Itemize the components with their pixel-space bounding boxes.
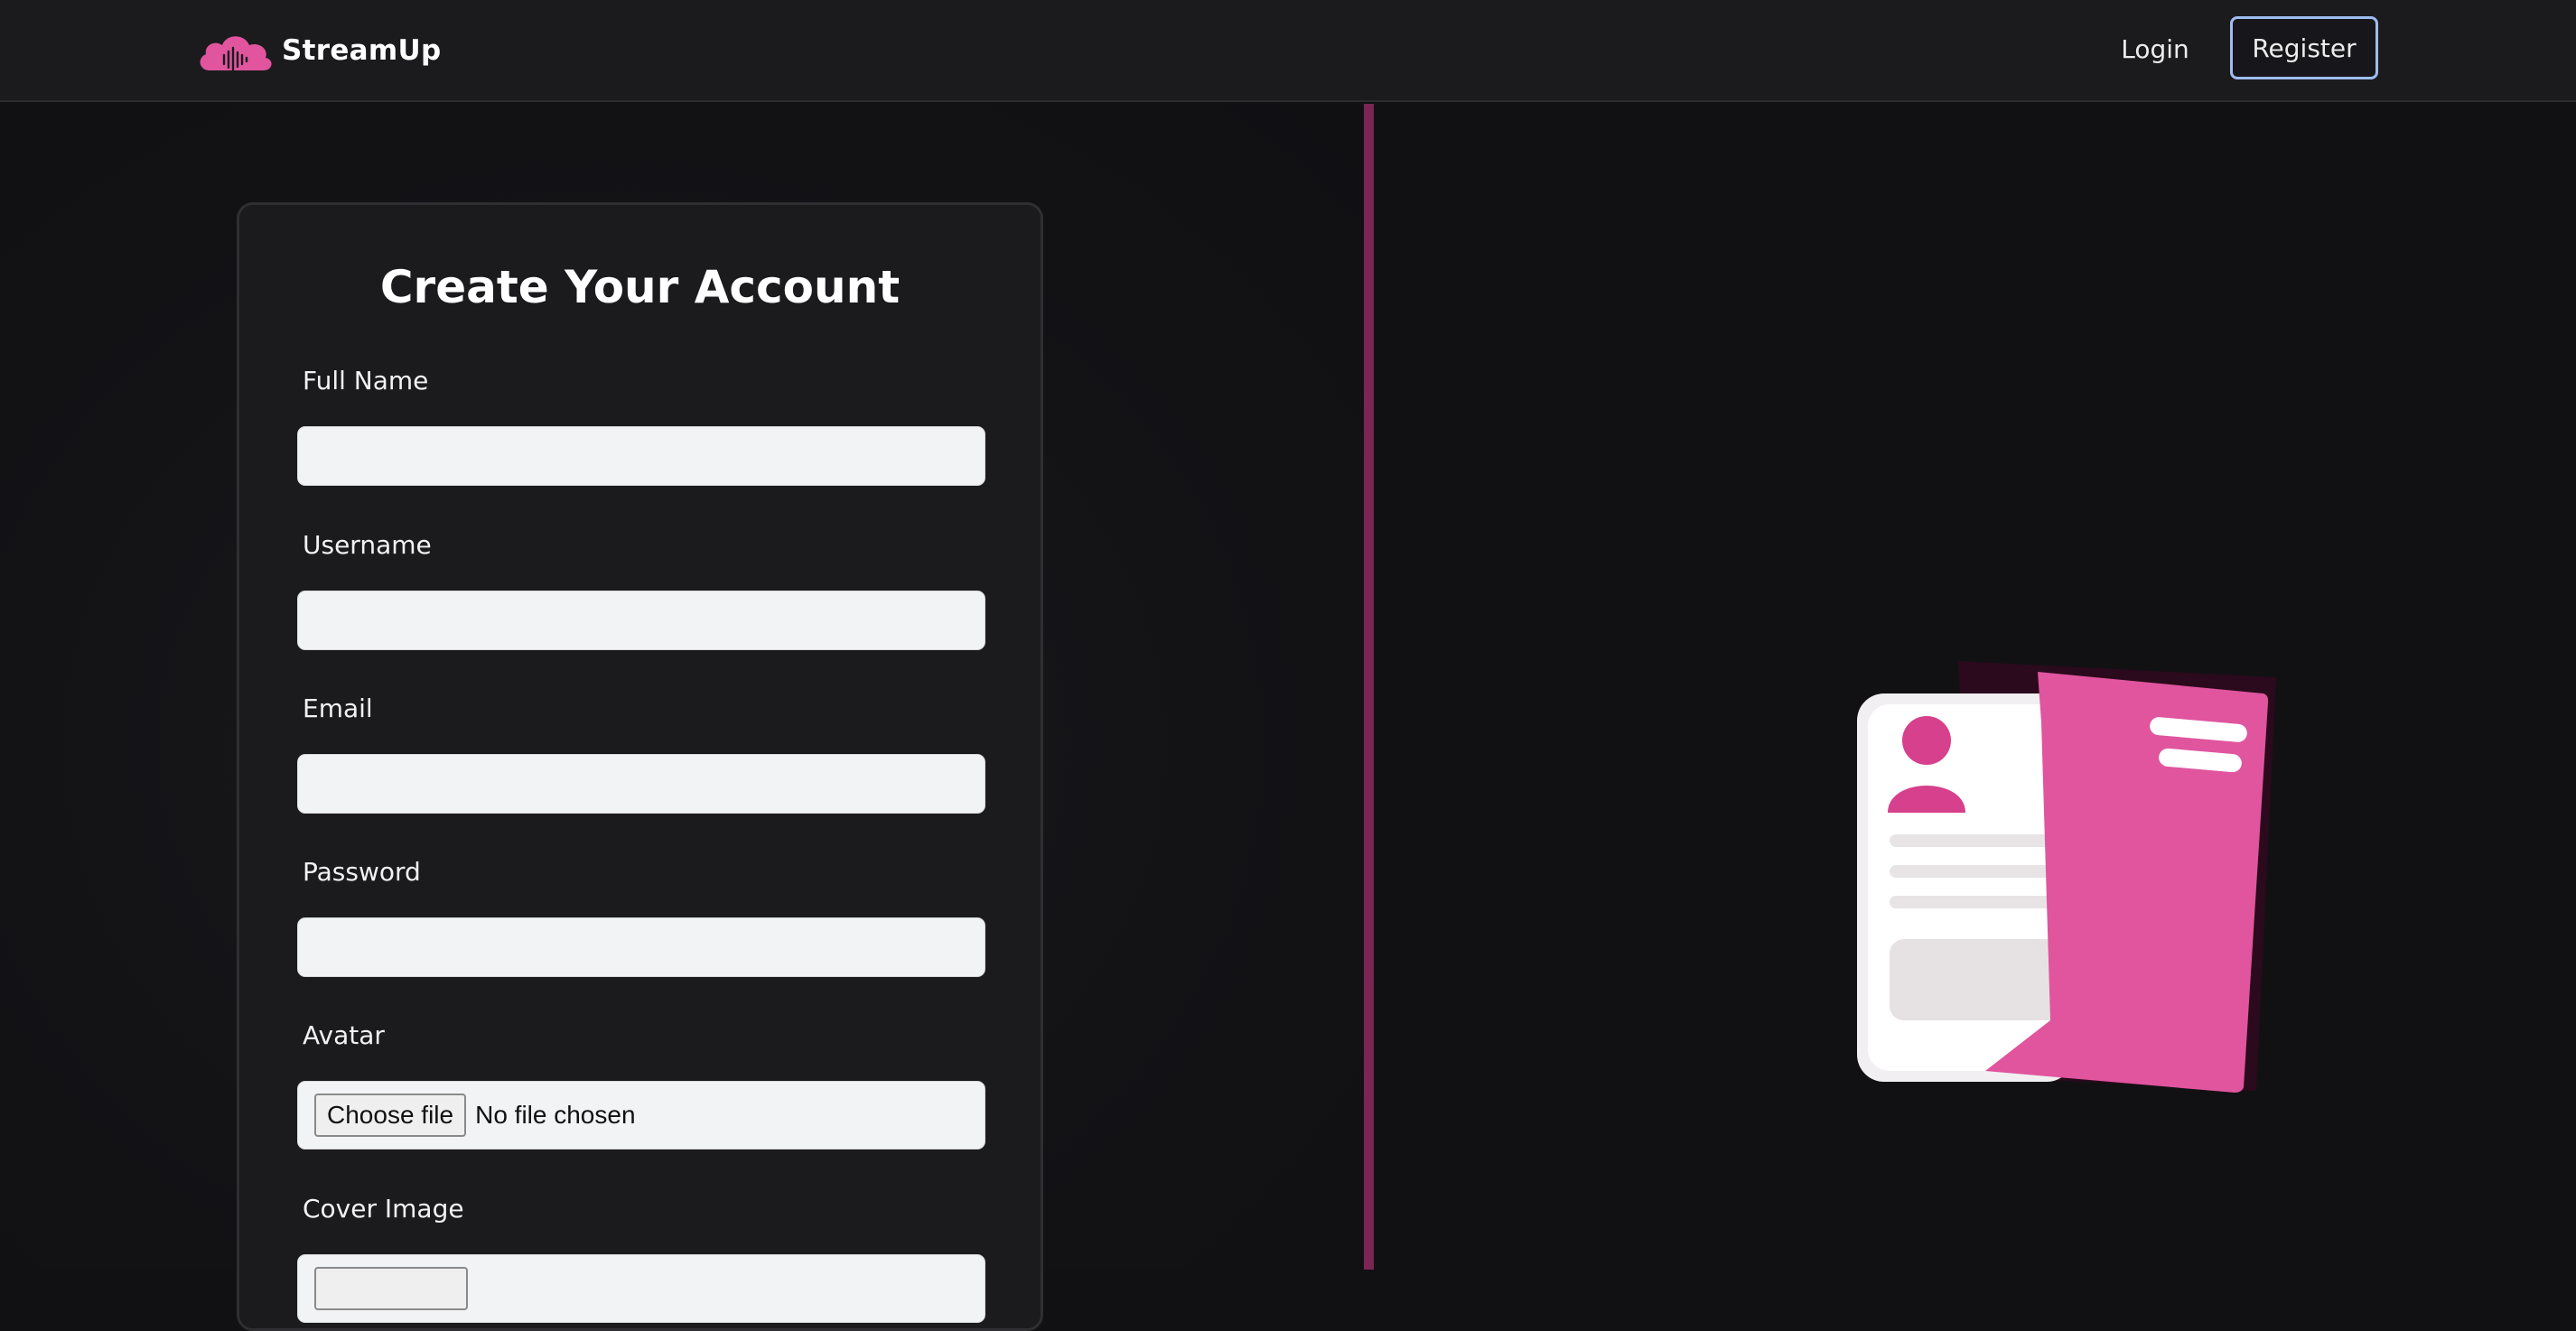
avatar-file-status: No file chosen [475,1101,636,1129]
avatar-file-input[interactable]: Choose file No file chosen [297,1081,985,1150]
username-label: Username [303,530,432,560]
avatar-label: Avatar [303,1020,385,1050]
cover-image-file-input[interactable] [297,1254,985,1323]
password-label: Password [303,857,421,887]
avatar-choose-file-button[interactable]: Choose file [314,1094,467,1137]
cloud-soundwave-logo-icon [200,36,272,73]
password-input[interactable] [297,917,985,977]
brand[interactable]: StreamUp [195,25,441,76]
section-divider [1364,104,1374,1270]
login-link[interactable]: Login [2101,23,2209,74]
cover-image-choose-file-button[interactable] [314,1267,468,1310]
full-name-input[interactable] [297,426,985,486]
form-title: Create Your Account [379,261,901,313]
brand-name: StreamUp [282,34,442,67]
email-label: Email [303,693,373,723]
id-card-document-icon [1857,661,2276,1093]
full-name-label: Full Name [303,366,429,396]
top-navbar: StreamUp Login Register [0,0,2576,102]
register-button[interactable]: Register [2230,16,2378,79]
email-input[interactable] [297,754,985,814]
username-input[interactable] [297,591,985,650]
register-form-card: Create Your Account Full Name Username E… [237,202,1043,1331]
cover-image-label: Cover Image [303,1194,464,1224]
